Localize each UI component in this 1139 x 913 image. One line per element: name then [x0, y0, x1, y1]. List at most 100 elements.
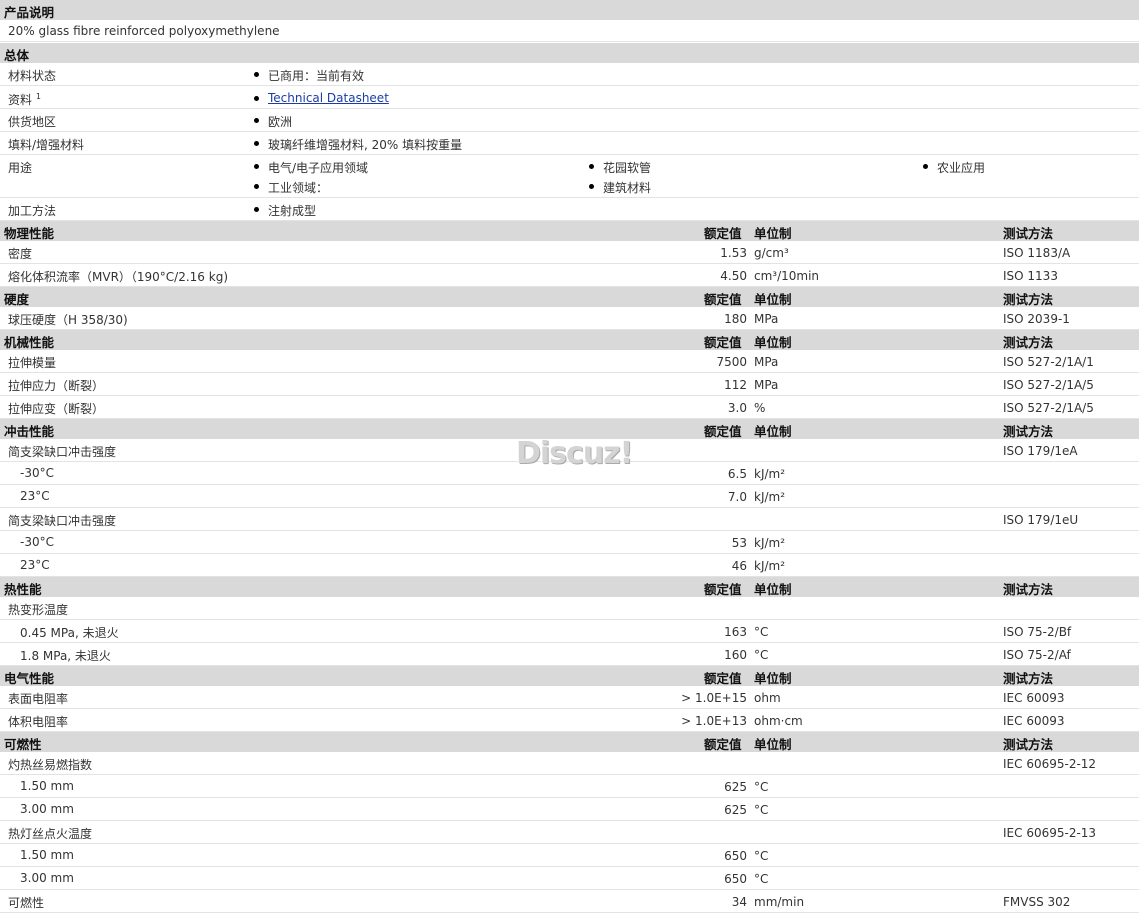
use-item: 农业应用: [937, 161, 986, 175]
header-value: 额定值: [704, 671, 742, 686]
general-value: 玻璃纤维增强材料, 20% 填料按重量: [268, 138, 463, 152]
property-value: 650: [724, 872, 747, 886]
property-value: 53: [731, 536, 747, 550]
property-method: ISO 179/1eU: [1003, 513, 1079, 527]
header-value: 额定值: [704, 292, 742, 307]
header-method: 测试方法: [1003, 737, 1054, 752]
general-label: 填料/增强材料: [8, 138, 85, 152]
header-unit: 单位制: [754, 582, 792, 597]
property-label: -30°C: [20, 466, 54, 480]
table-row: 灼热丝易燃指数 IEC 60695-2-12: [0, 752, 1139, 775]
property-unit: cm³/10min: [754, 269, 820, 283]
bullet-icon: [589, 184, 594, 189]
footnote-marker: 1: [35, 92, 41, 101]
table-row: 0.45 MPa, 未退火 163 °C ISO 75-2/Bf: [0, 620, 1139, 643]
property-label: 拉伸应力（断裂）: [8, 379, 105, 393]
property-value: 6.5: [727, 467, 747, 481]
property-unit: °C: [754, 780, 769, 794]
table-row: 拉伸模量 7500 MPa ISO 527-2/1A/1: [0, 350, 1139, 373]
property-label: 拉伸模量: [8, 356, 57, 370]
property-label: 1.50 mm: [20, 848, 74, 862]
header-method: 测试方法: [1003, 582, 1054, 597]
table-row: 热灯丝点火温度 IEC 60695-2-13: [0, 821, 1139, 844]
table-row: 拉伸应变（断裂） 3.0% ISO 527-2/1A/5: [0, 396, 1139, 419]
property-method: ISO 1133: [1003, 269, 1058, 283]
section-title: 物理性能: [4, 226, 55, 241]
header-method: 测试方法: [1003, 424, 1054, 439]
property-method: ISO 527-2/1A/1: [1003, 355, 1094, 369]
property-unit: °C: [754, 872, 769, 886]
bullet-icon: [254, 118, 259, 123]
header-unit: 单位制: [754, 292, 792, 307]
header-method: 测试方法: [1003, 292, 1054, 307]
property-unit: kJ/m²: [754, 559, 786, 573]
table-row: 球压硬度（H 358/30) 180 MPa ISO 2039-1: [0, 307, 1139, 330]
property-method: IEC 60695-2-12: [1003, 757, 1097, 771]
property-label: 灼热丝易燃指数: [8, 758, 93, 772]
property-label: 1.8 MPa, 未退火: [20, 649, 111, 663]
header-unit: 单位制: [754, 737, 792, 752]
bullet-icon: [254, 141, 259, 146]
property-value: 7.0: [727, 490, 747, 504]
technical-datasheet-link[interactable]: Technical Datasheet: [268, 91, 389, 105]
property-value: 163: [724, 625, 747, 639]
table-row: 密度 1.53 g/cm³ ISO 1183/A: [0, 241, 1139, 264]
table-row: 简支梁缺口冲击强度 ISO 179/1eU: [0, 508, 1139, 531]
property-label: 表面电阻率: [8, 692, 69, 706]
property-value: 7500: [716, 355, 747, 369]
header-unit: 单位制: [754, 424, 792, 439]
use-item: 电气/电子应用领域: [268, 161, 369, 175]
property-method: IEC 60093: [1003, 691, 1065, 705]
property-unit: °C: [754, 648, 769, 662]
product-desc-row: 20% glass fibre reinforced polyoxymethyl…: [0, 20, 1139, 42]
section-product: 产品说明: [0, 0, 1139, 20]
table-row: 3.00 mm 625 °C: [0, 798, 1139, 821]
property-unit: mm/min: [754, 895, 805, 909]
general-value: 欧洲: [268, 115, 293, 129]
property-method: IEC 60695-2-13: [1003, 826, 1097, 840]
property-value: 1.53: [720, 246, 747, 260]
section-hardness: 硬度 额定值 单位制 测试方法: [0, 287, 1139, 307]
property-label: 简支梁缺口冲击强度: [8, 514, 117, 528]
property-method: ISO 75-2/Af: [1003, 648, 1071, 662]
general-row-uses: 用途 电气/电子应用领域 工业领域： 花园软管 建筑材料 农业应用: [0, 155, 1139, 198]
property-method: ISO 179/1eA: [1003, 444, 1078, 458]
general-value: 已商用：当前有效: [268, 69, 365, 83]
property-value: 180: [724, 312, 747, 326]
table-row: 可燃性 34 mm/min FMVSS 302: [0, 890, 1139, 913]
section-title: 可燃性: [4, 737, 42, 752]
section-title: 硬度: [4, 292, 30, 307]
section-title: 电气性能: [4, 671, 55, 686]
property-label: 热变形温度: [8, 603, 69, 617]
header-value: 额定值: [704, 335, 742, 350]
table-row: 1.50 mm 650 °C: [0, 844, 1139, 867]
section-general: 总体: [0, 43, 1139, 63]
property-label: 23°C: [20, 558, 50, 572]
section-title: 热性能: [4, 582, 42, 597]
header-method: 测试方法: [1003, 226, 1054, 241]
property-unit: ohm·cm: [754, 714, 803, 728]
property-unit: °C: [754, 625, 769, 639]
general-row-processing: 加工方法 注射成型: [0, 198, 1139, 221]
property-value: 46: [731, 559, 747, 573]
property-value: 160: [724, 648, 747, 662]
property-method: ISO 2039-1: [1003, 312, 1070, 326]
table-row: 3.00 mm 650 °C: [0, 867, 1139, 890]
general-row-supply: 供货地区 欧洲: [0, 109, 1139, 132]
property-unit: kJ/m²: [754, 536, 786, 550]
use-item: 工业领域：: [268, 181, 329, 195]
bullet-icon: [254, 184, 259, 189]
property-value: 34: [731, 895, 747, 909]
section-title: 总体: [4, 48, 30, 63]
section-electrical: 电气性能 额定值 单位制 测试方法: [0, 666, 1139, 686]
property-method: IEC 60093: [1003, 714, 1065, 728]
general-label: 供货地区: [8, 115, 57, 129]
section-title: 冲击性能: [4, 424, 55, 439]
general-row-docs: 资料 1 Technical Datasheet: [0, 86, 1139, 109]
header-unit: 单位制: [754, 335, 792, 350]
use-item: 建筑材料: [603, 181, 652, 195]
general-label: 用途: [8, 161, 33, 175]
table-row: 表面电阻率 > 1.0E+15 ohm IEC 60093: [0, 686, 1139, 709]
header-method: 测试方法: [1003, 671, 1054, 686]
general-label: 资料 1: [8, 91, 41, 108]
